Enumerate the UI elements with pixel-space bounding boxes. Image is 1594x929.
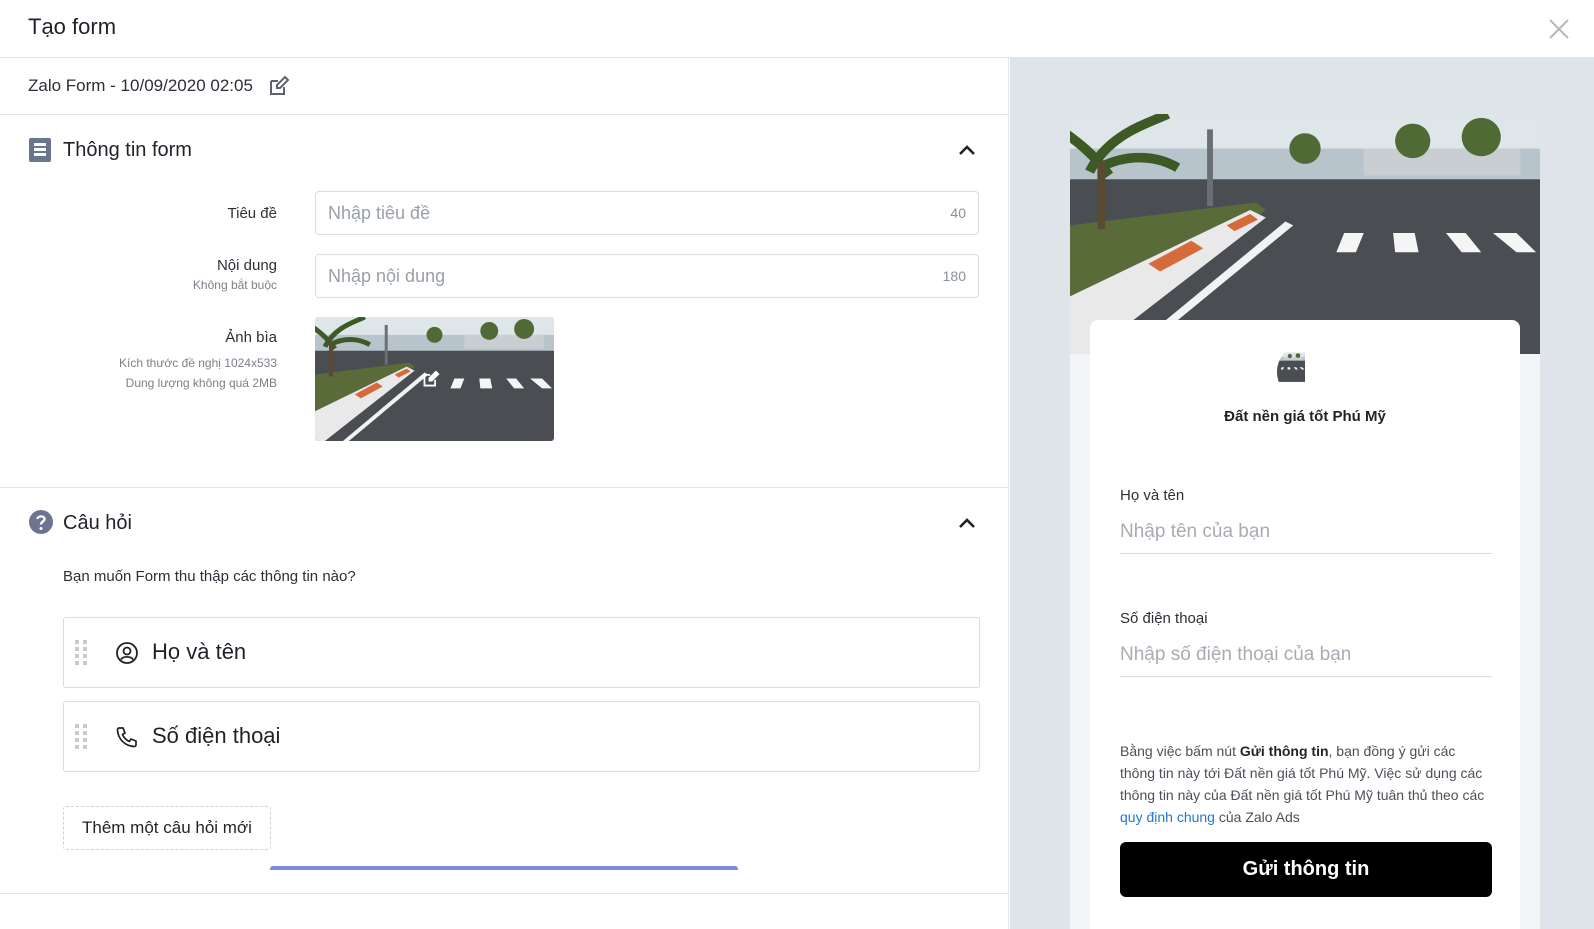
phone-input[interactable]: [1120, 633, 1492, 677]
cover-label: Ảnh bìa: [225, 329, 277, 346]
edit-icon[interactable]: [268, 75, 290, 97]
preview-sheet: Đất nền giá tốt Phú Mỹ Họ và tên Số điện…: [1090, 320, 1520, 929]
edit-icon[interactable]: [422, 370, 440, 388]
modal-title: Tạo form: [28, 14, 117, 39]
preview-cover: [1070, 114, 1540, 354]
name-input[interactable]: [1120, 510, 1492, 554]
question-label: Họ và tên: [152, 639, 247, 664]
modal-header: Tạo form: [0, 0, 1594, 58]
content-field[interactable]: 180: [315, 254, 979, 298]
consent-bold: Gửi thông tin: [1239, 743, 1329, 759]
cover-photo: [1070, 114, 1540, 354]
chevron-up-icon[interactable]: [956, 139, 978, 161]
chevron-up-icon[interactable]: [956, 512, 978, 534]
form-editor: Zalo Form - 10/09/2020 02:05 Thông tin f…: [0, 58, 1009, 929]
add-question-button[interactable]: Thêm một câu hỏi mới: [63, 806, 271, 850]
section-title: Thông tin form: [63, 139, 192, 161]
drag-handle-icon[interactable]: [74, 639, 88, 667]
form-name: Zalo Form - 10/09/2020 02:05: [28, 76, 253, 95]
questions-section: Câu hỏi Bạn muốn Form thu thập các thông…: [0, 488, 1008, 894]
phone-icon: [116, 727, 137, 748]
close-icon[interactable]: [1544, 14, 1574, 44]
avatar: [1277, 344, 1333, 400]
consent-text: Bằng việc bấm nút Gửi thông tin, bạn đồn…: [1120, 740, 1492, 828]
char-limit: 180: [942, 268, 966, 284]
title-label: Tiêu đề: [227, 205, 277, 222]
content-label: Nội dung: [216, 257, 277, 274]
cover-weight-hint: Dung lượng không quá 2MB: [125, 376, 277, 390]
title-field[interactable]: 40: [315, 191, 979, 235]
content-input[interactable]: [328, 255, 888, 297]
form-preview: Đất nền giá tốt Phú Mỹ Họ và tên Số điện…: [1070, 114, 1540, 929]
char-limit: 40: [950, 205, 966, 221]
form-info-section: Thông tin form Tiêu đề 40 Nội dung Không…: [0, 115, 1008, 488]
preview-panel: Đất nền giá tốt Phú Mỹ Họ và tên Số điện…: [1010, 58, 1594, 929]
questions-prompt: Bạn muốn Form thu thập các thông tin nào…: [63, 568, 356, 585]
content-optional-note: Không bắt buộc: [192, 278, 277, 292]
drag-handle-icon[interactable]: [74, 723, 88, 751]
footer-button-edge: [270, 866, 738, 870]
brand-name: Đất nền giá tốt Phú Mỹ: [1224, 408, 1386, 425]
section-title: Câu hỏi: [63, 512, 132, 534]
name-label: Họ và tên: [1120, 487, 1185, 504]
terms-link[interactable]: quy định chung: [1120, 809, 1215, 825]
consent-part: của Zalo Ads: [1214, 809, 1300, 825]
question-label: Số điện thoại: [152, 723, 281, 748]
user-circle-icon: [116, 642, 138, 664]
title-input[interactable]: [328, 192, 888, 234]
question-item[interactable]: Họ và tên: [63, 617, 980, 688]
cover-image[interactable]: [315, 317, 554, 441]
phone-label: Số điện thoại: [1120, 610, 1208, 627]
form-name-bar: Zalo Form - 10/09/2020 02:05: [0, 58, 1008, 115]
avatar-photo: [1277, 344, 1333, 400]
question-item[interactable]: Số điện thoại: [63, 701, 980, 772]
consent-part: Bằng việc bấm nút: [1120, 743, 1240, 759]
form-document-icon: [29, 138, 51, 162]
cover-size-hint: Kích thước đề nghị 1024x533: [118, 356, 277, 370]
submit-button[interactable]: Gửi thông tin: [1120, 842, 1492, 897]
question-circle-icon: [29, 510, 53, 534]
